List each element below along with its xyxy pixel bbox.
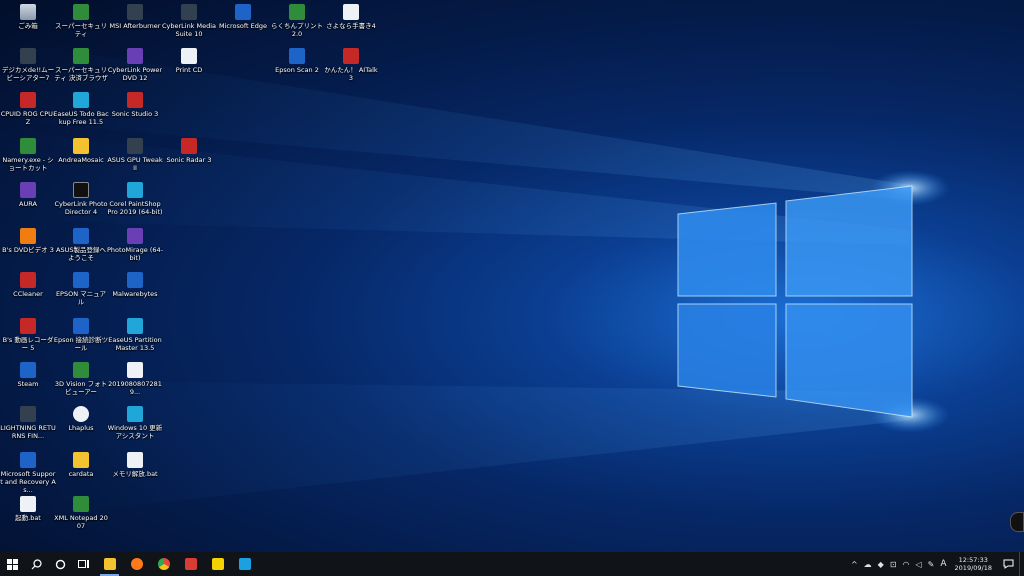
- chrome-icon[interactable]: [150, 552, 177, 576]
- volume-icon[interactable]: ◁: [913, 560, 925, 569]
- network-icon[interactable]: ⊡: [887, 560, 900, 569]
- clock-time: 12:57:33: [958, 556, 988, 564]
- asus-register-icon[interactable]: ASUS製品登録へようこそ: [53, 228, 109, 272]
- clock[interactable]: 12:57:33 2019/09/18: [950, 556, 997, 572]
- gpu-tweak-icon[interactable]: ASUS GPU TweakII: [107, 138, 163, 182]
- cortana-icon[interactable]: [48, 552, 72, 576]
- pen-icon[interactable]: ✎: [925, 560, 938, 569]
- camera-app-icon[interactable]: [231, 552, 258, 576]
- sonic-radar-icon[interactable]: Sonic Radar 3: [161, 138, 217, 182]
- print-app-icon[interactable]: らくちんプリント2.0: [269, 4, 325, 48]
- show-hidden-icons-icon[interactable]: ^: [848, 560, 861, 569]
- sonic-studio-icon[interactable]: Sonic Studio 3: [107, 92, 163, 136]
- windows-update-icon[interactable]: Windows 10 更新 アシスタント: [107, 406, 163, 450]
- epson-manual-icon[interactable]: EPSON マニュアル: [53, 272, 109, 316]
- side-panel-handle[interactable]: [1010, 512, 1024, 532]
- print-cd-icon[interactable]: Print CD: [161, 48, 217, 92]
- start-icon[interactable]: [0, 552, 24, 576]
- show-desktop-button[interactable]: [1019, 552, 1024, 576]
- movie-theater-icon[interactable]: デジカメde!!ムービーシアター7: [0, 48, 56, 92]
- file-icon[interactable]: 2019080807281 9...: [107, 362, 163, 406]
- aura-icon[interactable]: AURA: [0, 182, 56, 226]
- onedrive-icon[interactable]: ☁: [861, 560, 875, 569]
- epson-diagnostic-icon[interactable]: Epson 接続診断ツール: [53, 318, 109, 362]
- backup-icon[interactable]: EaseUS Todo Backup Free 11.5: [53, 92, 109, 136]
- red-app-icon[interactable]: [177, 552, 204, 576]
- security-icon[interactable]: スーパーセキュリティ: [53, 4, 109, 48]
- afterburner-icon[interactable]: MSI Afterburner: [107, 4, 163, 48]
- notification-icon[interactable]: [997, 552, 1019, 576]
- recycle-bin-icon[interactable]: ごみ箱: [0, 4, 56, 48]
- mosaic-icon[interactable]: AndreaMosaic: [53, 138, 109, 182]
- cpuz-icon[interactable]: CPUID ROG CPU-Z: [0, 92, 56, 136]
- video-recorder-icon[interactable]: B's 動画レコーダー 5: [0, 318, 56, 362]
- edge-icon[interactable]: Microsoft Edge: [215, 4, 271, 48]
- 3d-vision-icon[interactable]: 3D Vision フォトビューアー: [53, 362, 109, 406]
- game-icon[interactable]: LIGHTNING RETURNS FIN...: [0, 406, 56, 450]
- firefox-icon[interactable]: [123, 552, 150, 576]
- bat-file-icon[interactable]: メモリ解放.bat: [107, 452, 163, 496]
- dropbox-icon[interactable]: ◆: [875, 560, 887, 569]
- taskbar: ^ ☁ ◆ ⊡ ◠ ◁ ✎ A 12:57:33 2019/09/18: [0, 552, 1024, 576]
- wifi-icon[interactable]: ◠: [900, 560, 913, 569]
- malwarebytes-icon[interactable]: Malwarebytes: [107, 272, 163, 316]
- photodirector-icon[interactable]: CyberLink PhotoDirector 4: [53, 182, 109, 226]
- task-view-icon[interactable]: [72, 552, 96, 576]
- desktop: ごみ箱 デジカメde!!ムービーシアター7 CPUID ROG CPU-Z Na…: [0, 0, 1024, 552]
- paintshop-icon[interactable]: Corel PaintShop Pro 2019 (64-bit): [107, 182, 163, 226]
- bat-file-icon[interactable]: 起動.bat: [0, 496, 56, 540]
- scanner-icon[interactable]: Epson Scan 2: [269, 48, 325, 92]
- system-tray: ^ ☁ ◆ ⊡ ◠ ◁ ✎ A 12:57:33 2019/09/18: [848, 552, 1024, 576]
- xml-notepad-icon[interactable]: XML Notepad 2007: [53, 496, 109, 540]
- ime-indicator[interactable]: A: [937, 559, 949, 569]
- partition-icon[interactable]: EaseUS Partition Master 13.5: [107, 318, 163, 362]
- ccleaner-icon[interactable]: CCleaner: [0, 272, 56, 316]
- shortcut-icon[interactable]: Namery.exe - ショートカット: [0, 138, 56, 182]
- lhaplus-icon[interactable]: Lhaplus: [53, 406, 109, 450]
- security-browser-icon[interactable]: スーパーセキュリティ 決済ブラウザ: [53, 48, 109, 92]
- clock-date: 2019/09/18: [954, 564, 992, 572]
- file-explorer-icon[interactable]: [96, 552, 123, 576]
- steam-icon[interactable]: Steam: [0, 362, 56, 406]
- aitalk-icon[interactable]: かんたん！ AITalk 3: [323, 48, 379, 92]
- photomirage-icon[interactable]: PhotoMirage (64-bit): [107, 228, 163, 272]
- powerdvd-icon[interactable]: CyberLink PowerDVD 12: [107, 48, 163, 92]
- document-app-icon[interactable]: さよなら手書き4: [323, 4, 379, 48]
- dvd-video-icon[interactable]: B's DVDビデオ 3: [0, 228, 56, 272]
- folder-icon[interactable]: cardata: [53, 452, 109, 496]
- search-icon[interactable]: [24, 552, 48, 576]
- sticky-notes-icon[interactable]: [204, 552, 231, 576]
- media-suite-icon[interactable]: CyberLink Media Suite 10: [161, 4, 217, 48]
- support-icon[interactable]: Microsoft Support and Recovery As...: [0, 452, 56, 496]
